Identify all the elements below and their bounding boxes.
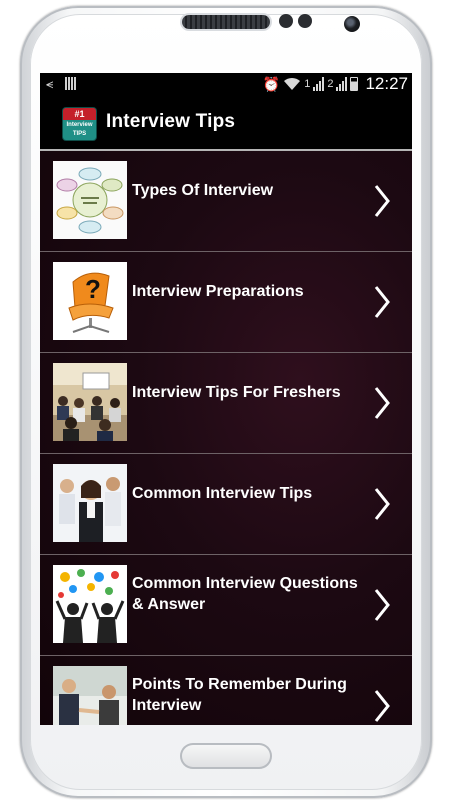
chevron-right-icon (374, 387, 390, 419)
proximity-sensor (279, 14, 293, 28)
chevron-right-icon (374, 690, 390, 722)
menu-item-label: Points To Remember During Interview (132, 676, 347, 714)
app-logo-line1: Interview (66, 122, 93, 128)
business-people-thumbnail (53, 464, 127, 542)
app-title: Interview Tips (106, 111, 236, 132)
chevron-right-icon (374, 589, 390, 621)
chevron-right-icon (374, 286, 390, 318)
app-logo[interactable]: #1 Interview TIPS (63, 108, 96, 140)
menu-item-label: Interview Tips For Freshers (132, 384, 341, 401)
handshake-thumbnail (53, 666, 127, 725)
battery-icon (350, 77, 359, 91)
classroom-thumbnail (53, 363, 127, 441)
menu-item-interview-preparations[interactable]: ? Interview Preparations (40, 252, 412, 353)
menu-list: Types Of Interview ? Interview Preparati… (40, 151, 412, 725)
types-of-interview-thumbnail (53, 161, 127, 239)
menu-item-types-of-interview[interactable]: Types Of Interview (40, 151, 412, 252)
front-camera (344, 16, 360, 32)
menu-item-interview-tips-for-freshers[interactable]: Interview Tips For Freshers (40, 353, 412, 454)
home-button[interactable] (180, 743, 272, 769)
app-logo-rank: #1 (63, 108, 96, 120)
menu-item-common-interview-questions[interactable]: Common Interview Questions & Answer (40, 555, 412, 656)
menu-item-label: Common Interview Questions & Answer (132, 575, 358, 613)
alarm-icon: ⏰ (262, 75, 281, 92)
screen: ⪪ ⏰ 1 2 12:27 #1 Interview TIPS Intervie… (40, 73, 412, 725)
status-bar: ⪪ ⏰ 1 2 12:27 (40, 73, 412, 95)
question-chair-thumbnail: ? (53, 262, 127, 340)
signal-bars-2-icon (336, 77, 348, 91)
signal-bars-1-icon (313, 77, 325, 91)
menu-item-points-to-remember[interactable]: Points To Remember During Interview (40, 656, 412, 725)
notification-icon: ⪪ (46, 76, 54, 91)
light-sensor (298, 14, 312, 28)
chevron-right-icon (374, 185, 390, 217)
status-time: 12:27 (365, 74, 408, 93)
svg-text:?: ? (85, 274, 101, 304)
menu-item-label: Interview Preparations (132, 283, 304, 300)
people-gears-thumbnail (53, 565, 127, 643)
chevron-right-icon (374, 488, 390, 520)
earpiece-speaker (182, 15, 270, 29)
sim2-label: 2 (327, 78, 334, 90)
barcode-icon (64, 77, 77, 90)
status-right: ⏰ 1 2 12:27 (263, 74, 408, 94)
app-logo-line2: TIPS (72, 131, 87, 137)
wifi-icon (284, 77, 301, 90)
app-logo-text: Interview TIPS (63, 120, 96, 140)
app-bar: #1 Interview TIPS Interview Tips (40, 95, 412, 151)
menu-item-label: Common Interview Tips (132, 485, 313, 502)
menu-item-label: Types Of Interview (132, 182, 274, 199)
sim1-label: 1 (304, 78, 311, 90)
status-left: ⪪ (46, 76, 77, 92)
menu-item-common-interview-tips[interactable]: Common Interview Tips (40, 454, 412, 555)
